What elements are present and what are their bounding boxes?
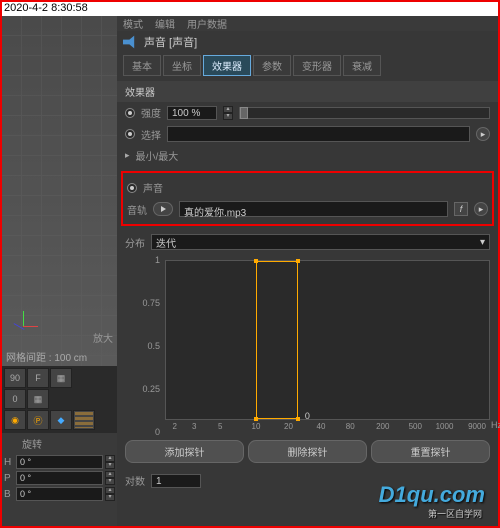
h-input[interactable]: 0 ° <box>16 455 103 469</box>
p-up[interactable]: ▴ <box>105 471 115 478</box>
add-probe-button[interactable]: 添加探针 <box>125 440 244 463</box>
h-label: H <box>4 457 14 468</box>
tool-button-1[interactable]: ▦ <box>50 368 72 388</box>
select-field[interactable] <box>167 126 470 142</box>
intensity-down[interactable]: ▾ <box>223 113 233 120</box>
b-up[interactable]: ▴ <box>105 487 115 494</box>
attribute-panel: 模式 编辑 用户数据 声音 [声音] 基本 坐标 效果器 参数 变形器 衰减 效… <box>117 16 498 526</box>
tab-effector[interactable]: 效果器 <box>203 55 251 76</box>
fov-field[interactable]: 90 <box>4 368 26 388</box>
p-input[interactable]: 0 ° <box>16 471 103 485</box>
menu-bar: 模式 编辑 用户数据 <box>117 16 498 31</box>
remove-probe-button[interactable]: 删除探针 <box>248 440 367 463</box>
object-title-row: 声音 [声音] <box>117 31 498 53</box>
b-input[interactable]: 0 ° <box>16 487 103 501</box>
b-down[interactable]: ▾ <box>105 494 115 501</box>
h-down[interactable]: ▾ <box>105 462 115 469</box>
tab-coord[interactable]: 坐标 <box>163 55 201 76</box>
ytick-0: 0 <box>125 427 160 437</box>
distribution-label: 分布 <box>125 235 145 250</box>
p-down[interactable]: ▾ <box>105 478 115 485</box>
intensity-slider[interactable] <box>239 107 490 119</box>
tool-button-2[interactable]: 0 <box>4 389 26 409</box>
viewport-3d[interactable]: 网格间距 : 100 cm <box>2 16 117 366</box>
intensity-up[interactable]: ▴ <box>223 106 233 113</box>
tool-button-3[interactable]: ▦ <box>27 389 49 409</box>
intensity-radio[interactable] <box>125 108 135 118</box>
grid-spacing-label: 网格间距 : 100 cm <box>6 349 87 364</box>
envelope-box[interactable] <box>256 261 298 419</box>
distribution-dropdown[interactable]: 迭代▾ <box>151 234 490 250</box>
sound-radio[interactable] <box>127 183 137 193</box>
intensity-field[interactable]: 100 % <box>167 106 217 120</box>
chevron-down-icon: ▾ <box>480 237 485 248</box>
record-button[interactable]: ◉ <box>4 410 26 430</box>
tab-basic[interactable]: 基本 <box>123 55 161 76</box>
f-button[interactable]: F <box>27 368 49 388</box>
timestamp-bar: 2020-4-2 8:30:58 <box>0 0 500 16</box>
track-browse[interactable]: ▸ <box>474 202 488 216</box>
left-panel: 网格间距 : 100 cm 90 F ▦ 0 ▦ ◉ Ⓟ ◆ 旋转 H 0 ° … <box>2 16 117 526</box>
ytick-1: 1 <box>125 255 160 265</box>
p-button[interactable]: Ⓟ <box>27 410 49 430</box>
x-unit: Hz <box>491 420 500 430</box>
object-title: 声音 [声音] <box>144 34 197 50</box>
select-picker[interactable]: ▸ <box>476 127 490 141</box>
reset-probe-button[interactable]: 重置探针 <box>371 440 490 463</box>
sound-highlight-box: 声音 音轨 真的爱你.mp3 f ▸ <box>121 171 494 226</box>
track-label: 音轨 <box>127 202 147 217</box>
chart-row-label: 放大 <box>93 330 113 345</box>
ytick-075: 0.75 <box>125 298 160 308</box>
rotate-section-label: 旋转 <box>2 433 117 454</box>
left-toolbar: 90 F ▦ 0 ▦ ◉ Ⓟ ◆ <box>2 366 117 433</box>
b-label: B <box>4 489 14 500</box>
effector-header: 效果器 <box>117 81 498 102</box>
key-button[interactable]: ◆ <box>50 410 72 430</box>
highlight-border: 网格间距 : 100 cm 90 F ▦ 0 ▦ ◉ Ⓟ ◆ 旋转 H 0 ° … <box>0 16 500 528</box>
expand-icon[interactable]: ▸ <box>125 150 130 161</box>
menu-mode[interactable]: 模式 <box>123 16 143 31</box>
p-label: P <box>4 473 14 484</box>
tab-params[interactable]: 参数 <box>253 55 291 76</box>
h-up[interactable]: ▴ <box>105 455 115 462</box>
select-label: 选择 <box>141 127 161 142</box>
menu-edit[interactable]: 编辑 <box>155 16 175 31</box>
ytick-025: 0.25 <box>125 384 160 394</box>
sound-header: 声音 <box>143 180 163 195</box>
axis-gizmo[interactable] <box>8 311 38 341</box>
tabs: 基本 坐标 效果器 参数 变形器 衰减 <box>117 53 498 78</box>
fx-icon[interactable]: f <box>454 202 468 216</box>
ytick-05: 0.5 <box>125 341 160 351</box>
speaker-icon <box>123 34 139 50</box>
menu-userdata[interactable]: 用户数据 <box>187 16 227 31</box>
envelope-chart[interactable]: 放大 1 0.75 0.5 0.25 0 0 2 3 5 10 20 40 80 <box>125 260 490 432</box>
tab-deformer[interactable]: 变形器 <box>293 55 341 76</box>
intensity-label: 强度 <box>141 105 161 120</box>
select-radio[interactable] <box>125 129 135 139</box>
pairs-field[interactable]: 1 <box>151 474 201 488</box>
film-button[interactable] <box>73 410 95 430</box>
minmax-label: 最小/最大 <box>136 148 179 163</box>
play-button[interactable] <box>153 202 173 216</box>
pairs-label: 对数 <box>125 473 145 488</box>
track-field[interactable]: 真的爱你.mp3 <box>179 201 448 217</box>
tab-falloff[interactable]: 衰减 <box>343 55 381 76</box>
